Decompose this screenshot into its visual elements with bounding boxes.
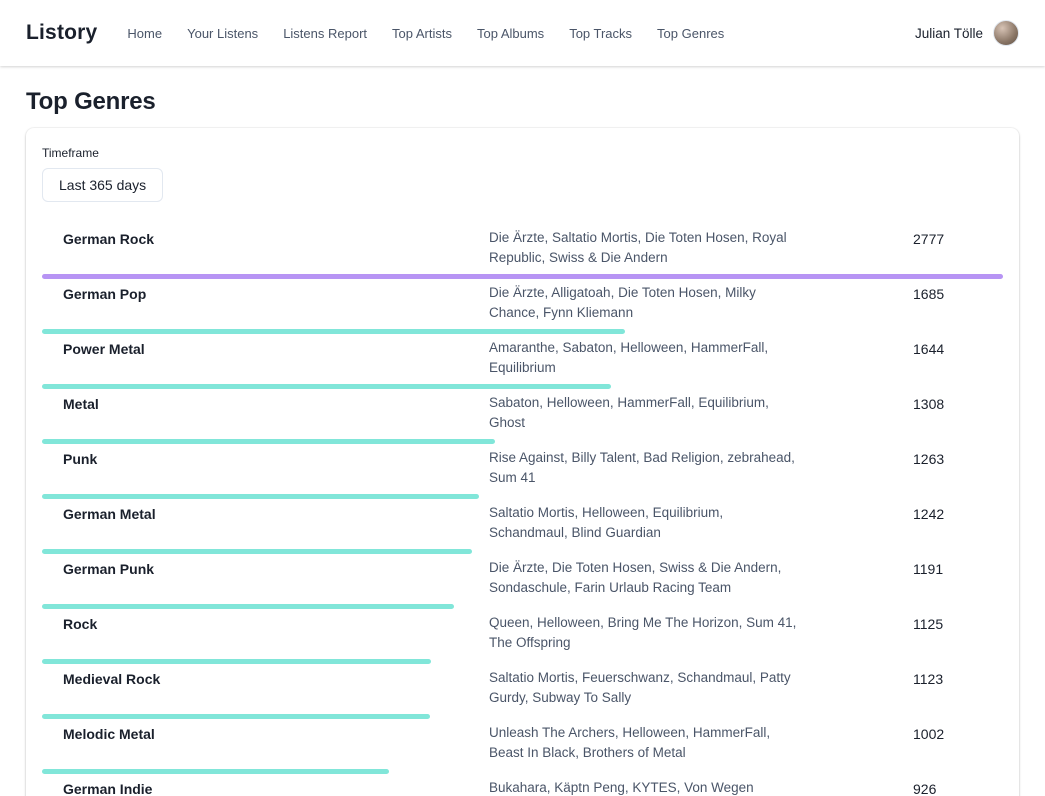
genre-bar [42,274,1003,279]
genre-name: German Rock [63,228,489,268]
nav-item-listens-report[interactable]: Listens Report [283,26,367,41]
genre-count: 1644 [913,338,1003,378]
main-content: Top Genres Timeframe Last 365 days Germa… [0,88,1045,796]
genre-bar-fill [42,329,625,334]
genre-bar [42,769,1003,774]
genre-bar-fill [42,494,479,499]
genre-bar-fill [42,439,495,444]
nav-links: Home Your Listens Listens Report Top Artist… [127,26,724,41]
genre-artists: Saltatio Mortis, Helloween, Equilibrium,… [489,503,804,543]
nav-item-top-albums[interactable]: Top Albums [477,26,544,41]
genre-artists: Queen, Helloween, Bring Me The Horizon, … [489,613,804,653]
nav-item-your-listens[interactable]: Your Listens [187,26,258,41]
genre-count: 1125 [913,613,1003,653]
genre-count: 1242 [913,503,1003,543]
genre-name: Melodic Metal [63,723,489,763]
genre-artists: Die Ärzte, Saltatio Mortis, Die Toten Ho… [489,228,804,268]
page-title: Top Genres [26,88,1019,116]
genre-bar [42,329,1003,334]
genre-artists: Saltatio Mortis, Feuerschwanz, Schandmau… [489,668,804,708]
genre-bar [42,494,1003,499]
timeframe-select[interactable]: Last 365 days [42,168,163,202]
genre-bar [42,604,1003,609]
nav-item-home[interactable]: Home [127,26,162,41]
genre-name: Power Metal [63,338,489,378]
genre-bar [42,439,1003,444]
user-name: Julian Tölle [915,26,983,41]
genre-name: German Indie [63,778,489,796]
genre-name: Rock [63,613,489,653]
genre-row: Medieval Rock Saltatio Mortis, Feuerschw… [42,668,1003,719]
genre-bar-fill [42,769,389,774]
genre-artists: Die Ärzte, Die Toten Hosen, Swiss & Die … [489,558,804,598]
genre-name: German Metal [63,503,489,543]
genre-artists: Unleash The Archers, Helloween, HammerFa… [489,723,804,763]
genre-bar-fill [42,384,611,389]
genre-bar-fill [42,659,431,664]
genre-count: 1191 [913,558,1003,598]
genre-artists: Bukahara, Käptn Peng, KYTES, Von Wegen L… [489,778,804,796]
avatar[interactable] [993,20,1019,46]
genre-name: Medieval Rock [63,668,489,708]
genre-bar-fill [42,604,454,609]
genre-count: 926 [913,778,1003,796]
genre-bar-fill [42,274,1003,279]
genre-count: 2777 [913,228,1003,268]
genre-row: Melodic Metal Unleash The Archers, Hello… [42,723,1003,774]
genre-bar [42,714,1003,719]
genre-count: 1263 [913,448,1003,488]
genre-row: Rock Queen, Helloween, Bring Me The Hori… [42,613,1003,664]
genre-row: German Pop Die Ärzte, Alligatoah, Die To… [42,283,1003,334]
genre-count: 1685 [913,283,1003,323]
genre-bar-fill [42,714,430,719]
genre-name: Punk [63,448,489,488]
genre-artists: Die Ärzte, Alligatoah, Die Toten Hosen, … [489,283,804,323]
genre-rows: German Rock Die Ärzte, Saltatio Mortis, … [42,228,1003,796]
genre-bar [42,549,1003,554]
genre-artists: Rise Against, Billy Talent, Bad Religion… [489,448,804,488]
genre-row: German Indie Bukahara, Käptn Peng, KYTES… [42,778,1003,796]
genre-row: Power Metal Amaranthe, Sabaton, Hellowee… [42,338,1003,389]
genre-row: German Punk Die Ärzte, Die Toten Hosen, … [42,558,1003,609]
nav-item-top-genres[interactable]: Top Genres [657,26,724,41]
app-logo[interactable]: Listory [26,21,97,45]
user-menu: Julian Tölle [915,20,1019,46]
genre-name: Metal [63,393,489,433]
genre-count: 1123 [913,668,1003,708]
genre-bar-fill [42,549,472,554]
genre-artists: Sabaton, Helloween, HammerFall, Equilibr… [489,393,804,433]
genre-row: Punk Rise Against, Billy Talent, Bad Rel… [42,448,1003,499]
top-navigation: Listory Home Your Listens Listens Report To… [0,0,1045,66]
timeframe-label: Timeframe [42,146,1003,160]
genre-count: 1002 [913,723,1003,763]
genre-row: Metal Sabaton, Helloween, HammerFall, Eq… [42,393,1003,444]
genre-bar [42,659,1003,664]
genre-name: German Punk [63,558,489,598]
genre-row: German Rock Die Ärzte, Saltatio Mortis, … [42,228,1003,279]
genre-count: 1308 [913,393,1003,433]
nav-item-top-artists[interactable]: Top Artists [392,26,452,41]
nav-item-top-tracks[interactable]: Top Tracks [569,26,632,41]
genre-bar [42,384,1003,389]
genre-name: German Pop [63,283,489,323]
genre-artists: Amaranthe, Sabaton, Helloween, HammerFal… [489,338,804,378]
top-genres-card: Timeframe Last 365 days German Rock Die … [26,128,1019,796]
genre-row: German Metal Saltatio Mortis, Helloween,… [42,503,1003,554]
